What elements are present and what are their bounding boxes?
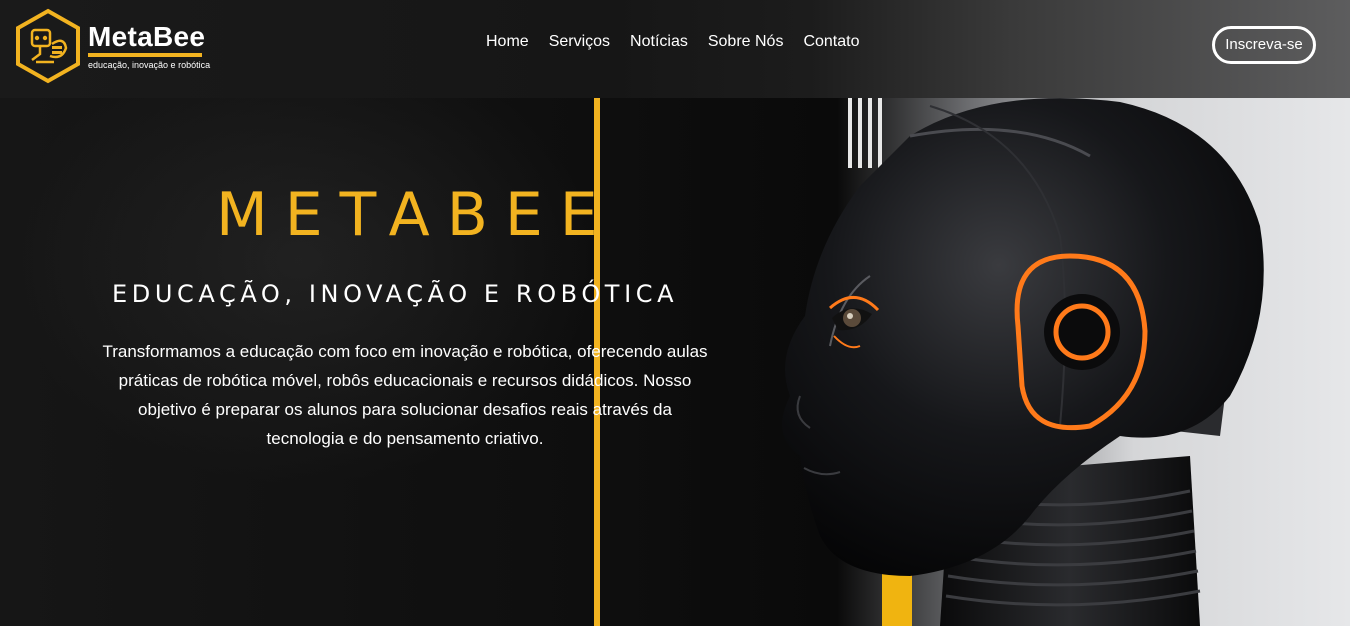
hero-subtitle: EDUCAÇÃO, INOVAÇÃO E ROBÓTICA — [112, 280, 679, 308]
brand-name: MetaBee — [88, 20, 206, 52]
site-header: MetaBee educação, inovação e robótica Ho… — [0, 0, 1350, 98]
nav-services[interactable]: Serviços — [539, 30, 620, 54]
nav-contact[interactable]: Contato — [793, 30, 869, 54]
robot-head-image — [782, 98, 1264, 626]
brand-underline — [88, 52, 202, 57]
brand-logo[interactable]: MetaBee educação, inovação e robótica — [14, 8, 214, 84]
subscribe-button[interactable]: Inscreva-se — [1212, 26, 1316, 64]
nav-home[interactable]: Home — [476, 30, 539, 54]
hero-description: Transformamos a educação com foco em ino… — [102, 342, 708, 448]
hero-title: METABEE — [216, 180, 615, 250]
page: METABEE EDUCAÇÃO, INOVAÇÃO E ROBÓTICA Tr… — [0, 0, 1350, 626]
nav-news[interactable]: Notícias — [620, 30, 698, 54]
nav-about[interactable]: Sobre Nós — [698, 30, 794, 54]
brand-tagline: educação, inovação e robótica — [88, 59, 211, 70]
hexagon-robot-bee-logo — [16, 8, 80, 84]
main-nav: Home Serviços Notícias Sobre Nós Contato — [476, 30, 869, 54]
